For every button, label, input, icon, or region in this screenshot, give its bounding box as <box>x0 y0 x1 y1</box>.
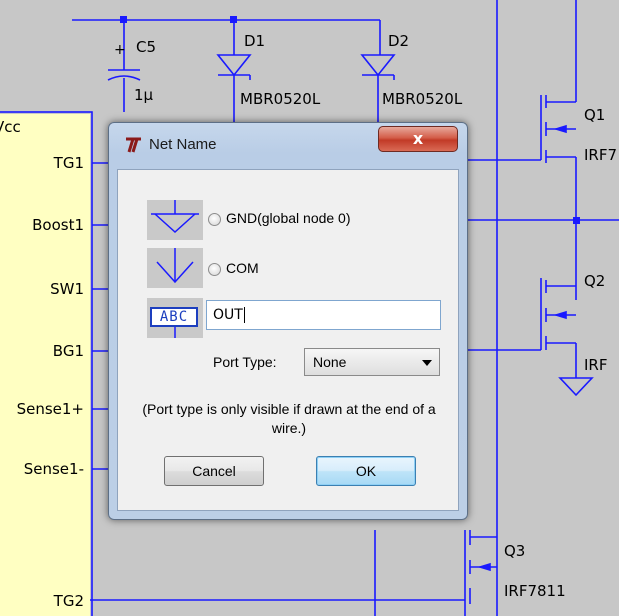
port-type-note: (Port type is only visible if drawn at t… <box>142 401 436 436</box>
ok-button[interactable]: OK <box>316 456 416 486</box>
ltspice-logo-icon <box>126 137 141 153</box>
ic-label: Vcc <box>0 118 21 136</box>
dialog-titlebar[interactable]: Net Name x <box>109 123 467 169</box>
text-caret <box>243 307 245 323</box>
pin-label: Sense1+ <box>17 400 84 418</box>
net-label-icon[interactable]: ABC <box>147 298 203 338</box>
diode1-name: D1 <box>244 32 265 50</box>
diode2-part: MBR0520L <box>382 90 463 108</box>
net-name-value: OUT <box>213 307 243 323</box>
net-name-dialog: Net Name x GND(global node 0) COM ABC OU… <box>108 122 468 520</box>
q1-part: IRF7 <box>584 146 617 164</box>
pin-label: TG1 <box>53 154 84 172</box>
pin-label: Sense1- <box>24 460 84 478</box>
pin-label: Boost1 <box>32 216 84 234</box>
capacitor-plus-label: + <box>114 42 126 58</box>
port-type-value: None <box>313 354 347 370</box>
net-name-input[interactable]: OUT <box>206 300 441 330</box>
diode2-name: D2 <box>388 32 409 50</box>
q1-name: Q1 <box>584 106 605 124</box>
pin-label: SW1 <box>50 280 84 298</box>
diode1-part: MBR0520L <box>240 90 321 108</box>
q3-name: Q3 <box>504 542 525 560</box>
pin-label: TG2 <box>53 592 84 610</box>
port-type-select[interactable]: None <box>304 348 440 376</box>
dialog-body: GND(global node 0) COM ABC OUT Port Type… <box>117 169 459 511</box>
gnd-option-label: GND(global node 0) <box>226 210 351 226</box>
dialog-title: Net Name <box>149 136 217 153</box>
dropdown-arrow-icon <box>422 360 432 366</box>
ground-symbol-icon[interactable] <box>147 200 203 240</box>
capacitor-value: 1µ <box>134 86 154 104</box>
capacitor-name: C5 <box>136 38 156 56</box>
port-type-label: Port Type: <box>213 354 277 370</box>
com-option-label: COM <box>226 260 259 276</box>
close-button[interactable]: x <box>378 126 458 152</box>
q3-part: IRF7811 <box>504 582 566 600</box>
gnd-radio[interactable] <box>208 213 221 226</box>
com-radio[interactable] <box>208 263 221 276</box>
com-symbol-icon[interactable] <box>147 248 203 288</box>
q2-name: Q2 <box>584 272 605 290</box>
cancel-button[interactable]: Cancel <box>164 456 264 486</box>
pin-label: BG1 <box>53 342 84 360</box>
q2-part: IRF <box>584 356 607 374</box>
